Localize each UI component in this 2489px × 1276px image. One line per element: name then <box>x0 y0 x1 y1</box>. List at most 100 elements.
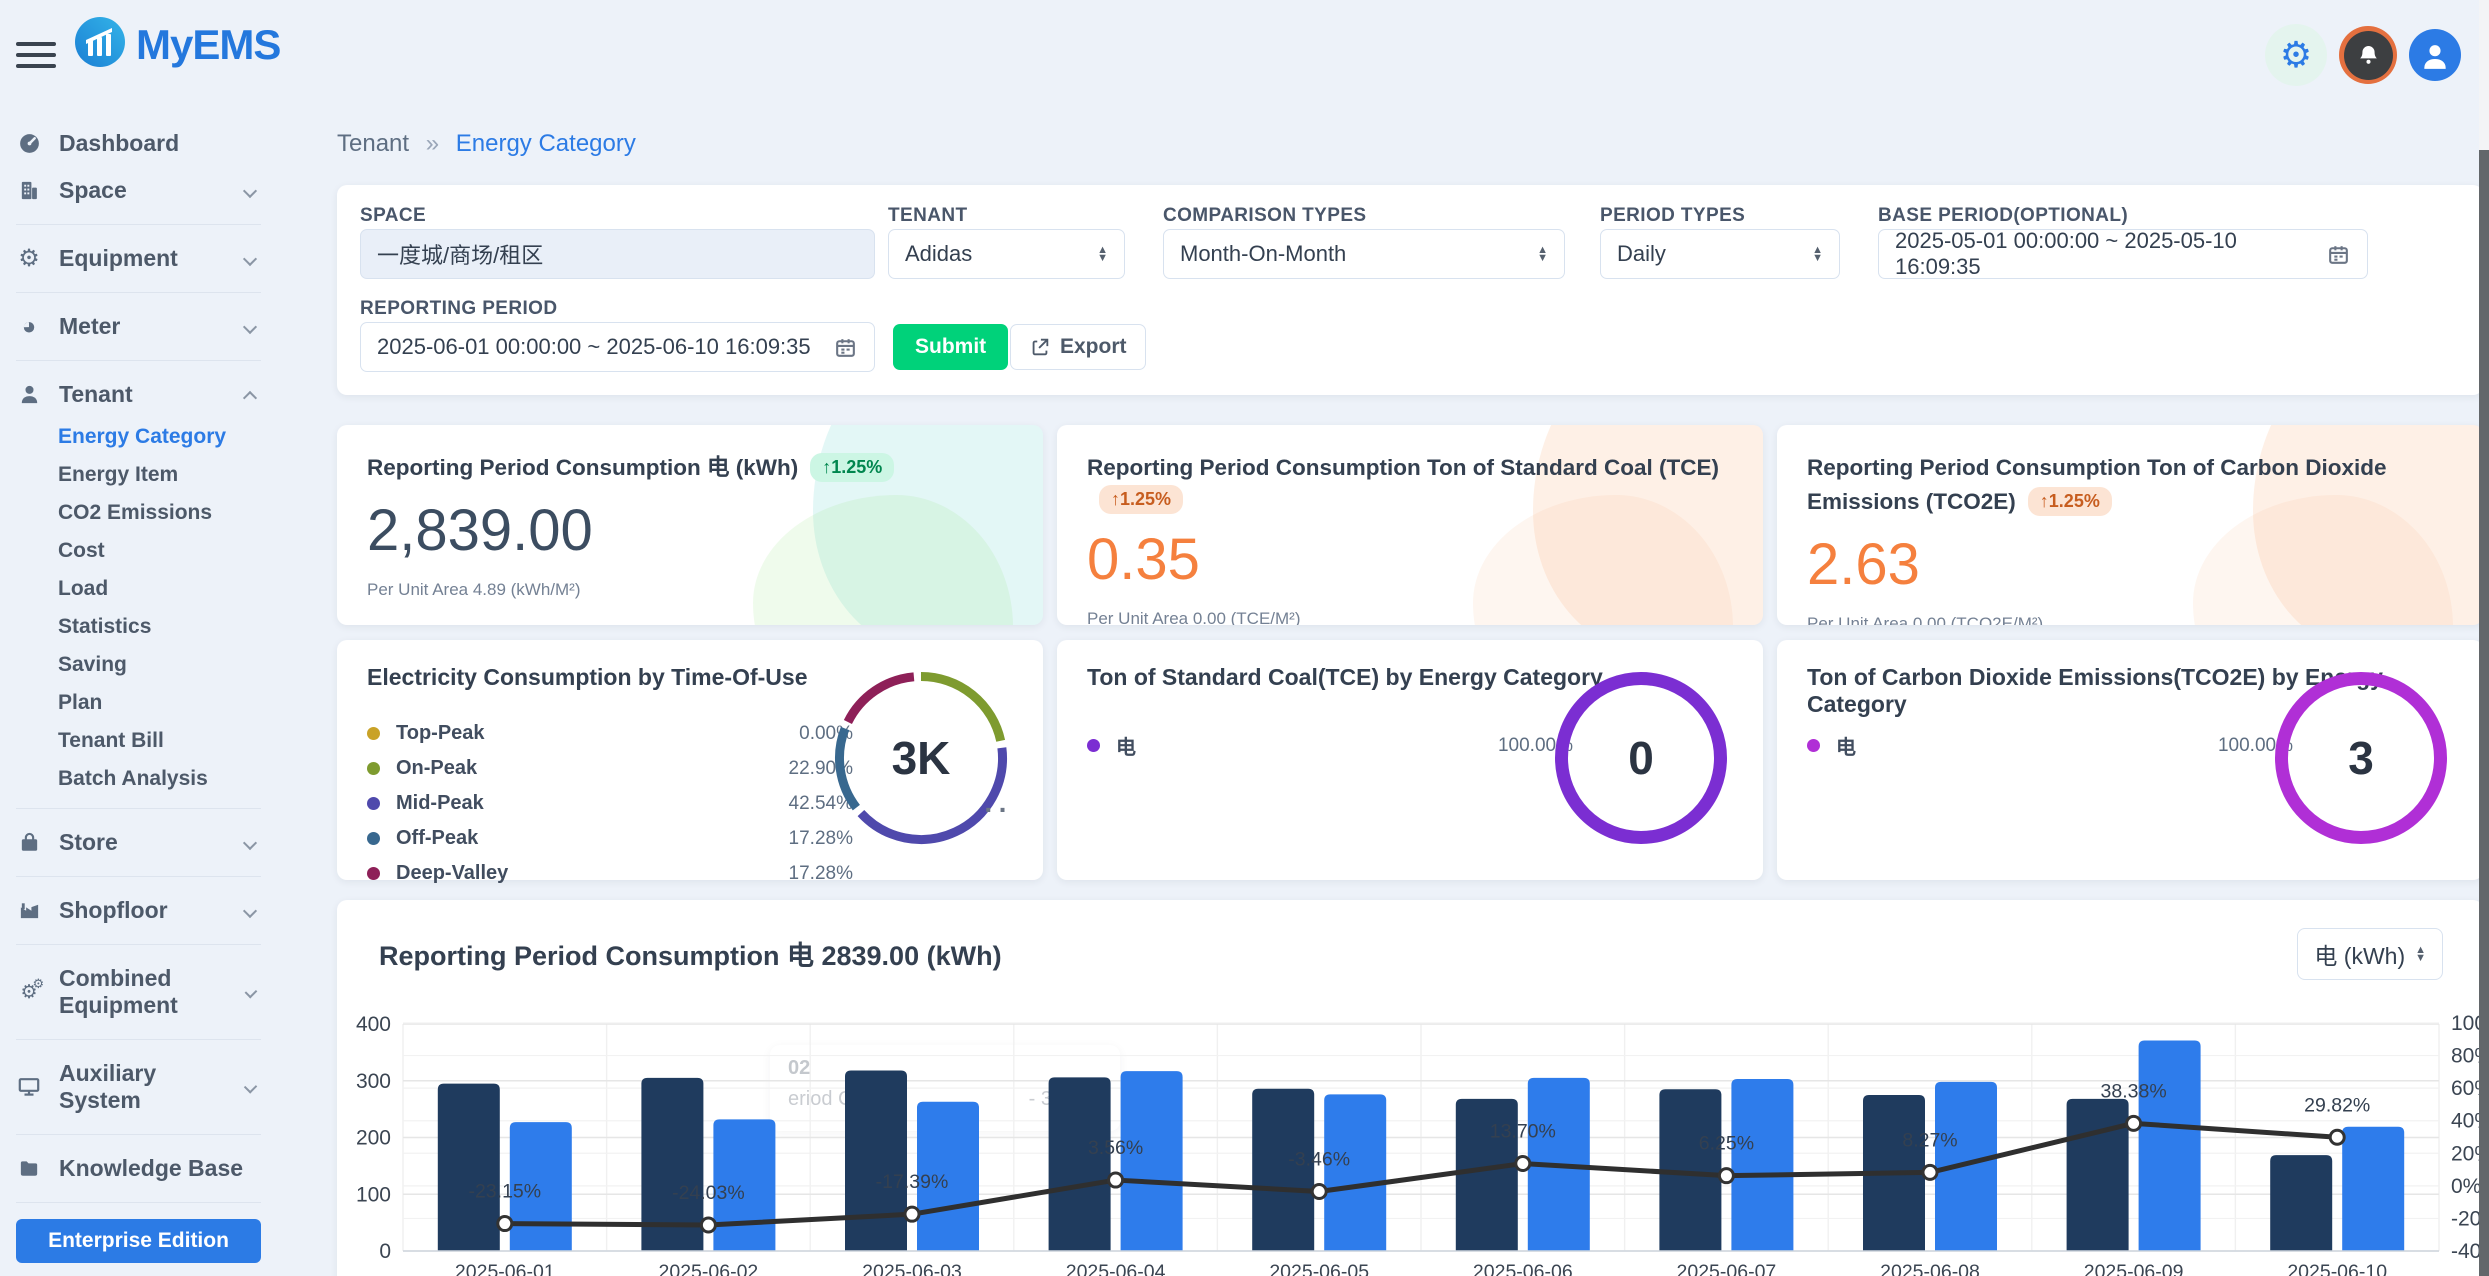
legend-label: 电 <box>1116 731 1136 760</box>
menu-toggle-icon[interactable] <box>16 42 56 75</box>
user-avatar[interactable] <box>2409 29 2461 81</box>
chart-unit-select[interactable]: 电 (kWh) ▲▼ <box>2297 928 2443 980</box>
sidebar-subitem-energy-item[interactable]: Energy Item <box>0 456 277 494</box>
chevron-down-icon <box>243 903 257 917</box>
legend-dot-icon <box>367 867 380 880</box>
svg-text:0: 0 <box>1628 732 1654 784</box>
app-logo[interactable]: MyEMS <box>74 16 280 73</box>
sidebar-item-knowledge-base[interactable]: Knowledge Base <box>0 1145 277 1192</box>
legend-item[interactable]: On-Peak22.90% <box>367 751 853 786</box>
x-tick: 2025-06-08 <box>1880 1261 1980 1276</box>
y-tick-left: 200 <box>356 1127 391 1150</box>
breadcrumb-parent[interactable]: Tenant <box>337 130 409 157</box>
donut-legend: Top-Peak0.00%On-Peak22.90%Mid-Peak42.54%… <box>367 716 853 891</box>
filter-panel: SPACE 一度城/商场/租区 TENANT Adidas ▲▼ COMPARI… <box>337 185 2483 395</box>
sidebar-item-equipment[interactable]: ⚙ Equipment <box>0 235 277 282</box>
space-input[interactable]: 一度城/商场/租区 <box>360 229 875 279</box>
sidebar-subitem-plan[interactable]: Plan <box>0 684 277 722</box>
donut-card: Ton of Carbon Dioxide Emissions(TCO2E) b… <box>1777 640 2483 880</box>
sidebar-item-label: Knowledge Base <box>59 1155 243 1182</box>
sidebar-subitem-cost[interactable]: Cost <box>0 532 277 570</box>
sidebar-subitem-tenant-bill[interactable]: Tenant Bill <box>0 722 277 760</box>
sidebar-item-label: Shopfloor <box>59 897 168 924</box>
legend-item[interactable]: Deep-Valley17.28% <box>367 856 853 891</box>
trend-label: -24.03% <box>672 1182 745 1204</box>
gear-icon: ⚙ <box>16 247 42 271</box>
sidebar-item-shopfloor[interactable]: Shopfloor <box>0 887 277 934</box>
sidebar: DashboardSpace ⚙ Equipment ◕Meter Tenant Ener… <box>0 110 277 1276</box>
sidebar-divider <box>16 944 261 945</box>
enterprise-edition-button[interactable]: Enterprise Edition <box>16 1219 261 1263</box>
legend-item[interactable]: Mid-Peak42.54% <box>367 786 853 821</box>
sidebar-item-tenant[interactable]: Tenant <box>0 371 277 418</box>
comparison-types-label: COMPARISON TYPES <box>1163 205 1366 227</box>
sidebar-divider <box>16 224 261 225</box>
donut-chart: 0 <box>1553 670 1729 846</box>
sidebar-subitem-statistics[interactable]: Statistics <box>0 608 277 646</box>
chevron-down-icon <box>243 183 257 197</box>
sidebar-item-store[interactable]: Store <box>0 819 277 866</box>
summary-cards-row: Reporting Period Consumption 电 (kWh)↑1.2… <box>337 425 2483 625</box>
trend-point <box>2330 1130 2344 1144</box>
trend-point <box>701 1218 715 1232</box>
reporting-period-input[interactable]: 2025-06-01 00:00:00 ~ 2025-06-10 16:09:3… <box>360 322 875 372</box>
submit-button[interactable]: Submit <box>893 324 1008 370</box>
breadcrumb-current[interactable]: Energy Category <box>456 130 636 157</box>
legend-label: Deep-Valley <box>396 862 508 885</box>
x-tick: 2025-06-10 <box>2287 1261 2387 1276</box>
sidebar-item-auxiliary-system[interactable]: Auxiliary System <box>0 1050 277 1124</box>
svg-text:3: 3 <box>2348 732 2374 784</box>
trend-label: 13.70% <box>1490 1121 1556 1143</box>
sidebar-item-dashboard[interactable]: Dashboard <box>0 120 277 167</box>
calendar-icon <box>833 335 858 360</box>
period-types-label: PERIOD TYPES <box>1600 205 1745 227</box>
tenant-select[interactable]: Adidas ▲▼ <box>888 229 1125 279</box>
legend-dot-icon <box>367 762 380 775</box>
donut-cards-row: Electricity Consumption by Time-Of-UseTo… <box>337 640 2483 880</box>
select-caret-icon: ▲▼ <box>2415 946 2426 962</box>
sidebar-subitem-saving[interactable]: Saving <box>0 646 277 684</box>
legend-item[interactable]: 电100.00% <box>1087 728 1573 763</box>
sidebar-subitem-co2-emissions[interactable]: CO2 Emissions <box>0 494 277 532</box>
breadcrumb-separator: » <box>426 130 439 157</box>
base-period-input[interactable]: 2025-05-01 00:00:00 ~ 2025-05-10 16:09:3… <box>1878 229 2368 279</box>
bar-line-chart: -23.15%-24.03%-17.39%3.56%-3.46%13.70%6.… <box>337 1000 2483 1276</box>
export-button[interactable]: Export <box>1010 324 1146 370</box>
sidebar-subitem-energy-category[interactable]: Energy Category <box>0 418 277 456</box>
summary-card: Reporting Period Consumption Ton of Carb… <box>1777 425 2483 625</box>
reporting-period-bar <box>1324 1094 1386 1251</box>
y-tick-left: 0 <box>379 1240 391 1263</box>
page-scrollbar-thumb[interactable] <box>2479 150 2489 1276</box>
period-types-select[interactable]: Daily ▲▼ <box>1600 229 1840 279</box>
legend-item[interactable]: Off-Peak17.28% <box>367 821 853 856</box>
notifications-bell-icon[interactable] <box>2339 26 2397 84</box>
sidebar-subitem-load[interactable]: Load <box>0 570 277 608</box>
x-tick: 2025-06-01 <box>455 1261 555 1276</box>
sidebar-item-combined-equipment[interactable]: ⚙⚙Combined Equipment <box>0 955 277 1029</box>
comparison-types-select[interactable]: Month-On-Month ▲▼ <box>1163 229 1565 279</box>
legend-item[interactable]: 电100.00% <box>1807 728 2293 763</box>
gauge-icon <box>16 131 42 156</box>
sidebar-divider <box>16 876 261 877</box>
legend-dot-icon <box>1087 739 1100 752</box>
trend-point <box>2127 1116 2141 1130</box>
legend-overflow-dots: ·· <box>984 794 1013 826</box>
legend-label: On-Peak <box>396 757 477 780</box>
sidebar-subitem-batch-analysis[interactable]: Batch Analysis <box>0 760 277 798</box>
base-period-bar <box>438 1084 500 1251</box>
base-period-bar <box>1049 1077 1111 1251</box>
reporting-period-bar <box>2139 1040 2201 1251</box>
legend-item[interactable]: Top-Peak0.00% <box>367 716 853 751</box>
settings-gear-icon[interactable]: ⚙ <box>2265 24 2327 86</box>
x-tick: 2025-06-09 <box>2084 1261 2184 1276</box>
trend-label: 38.38% <box>2101 1080 2167 1102</box>
y-tick-left: 400 <box>356 1013 391 1036</box>
sidebar-item-space[interactable]: Space <box>0 167 277 214</box>
trend-label: -23.15% <box>468 1181 541 1203</box>
reporting-period-label: REPORTING PERIOD <box>360 298 557 320</box>
sidebar-item-label: Equipment <box>59 245 178 272</box>
chevron-down-icon <box>243 251 257 265</box>
sidebar-item-meter[interactable]: ◕Meter <box>0 303 277 350</box>
x-tick: 2025-06-05 <box>1269 1261 1369 1276</box>
sidebar-item-label: Tenant <box>59 381 133 408</box>
